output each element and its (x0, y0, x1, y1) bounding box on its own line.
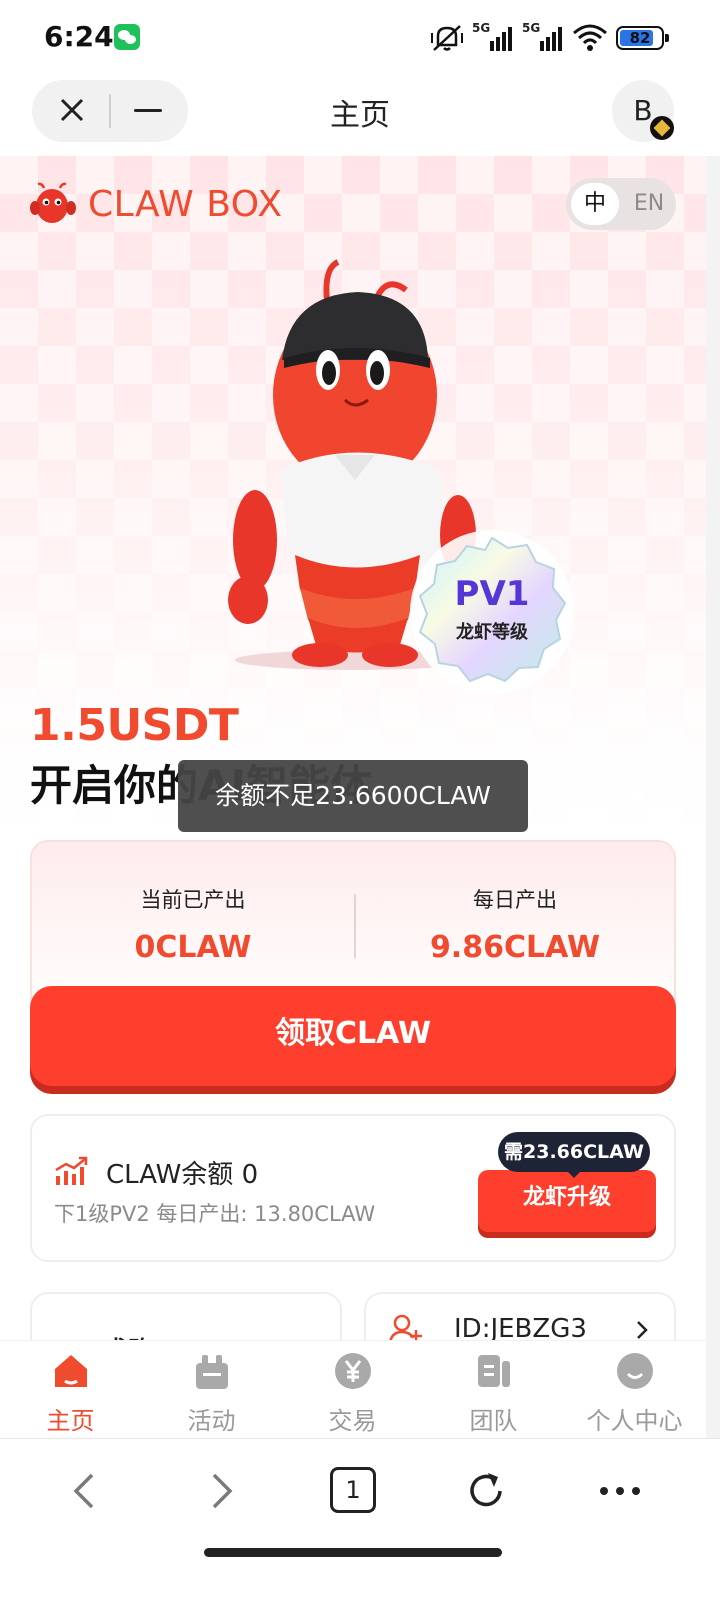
tab-trade-label: 交易 (328, 1407, 377, 1435)
growth-chart-icon (55, 1156, 88, 1185)
forward-icon[interactable] (196, 1467, 244, 1515)
signal-5g-icon-2: 5G (522, 21, 564, 53)
current-output-value: 0CLAW (134, 930, 252, 965)
battery-icon: 82 (616, 26, 669, 50)
required-claw-tooltip: 需23.66CLAW (498, 1132, 650, 1178)
invite-id-text: ID:JEBZG3 (454, 1314, 587, 1340)
home-indicator[interactable] (204, 1548, 502, 1557)
daily-output-value: 9.86CLAW (429, 930, 601, 965)
status-bar: 6:24 5G 5G 82 (0, 0, 720, 74)
tab-team-label: 团队 (469, 1407, 518, 1435)
level-label: 龙虾等级 (456, 622, 528, 643)
chevron-right-icon (637, 1321, 648, 1339)
browser-top-bar: 主页 B (0, 74, 720, 156)
invite-id-card[interactable]: ID:JEBZG3 (364, 1292, 676, 1340)
tab-count-button[interactable]: 1 (330, 1467, 376, 1513)
tab-profile[interactable]: 个人中心 (564, 1351, 705, 1436)
team-icon (477, 1355, 510, 1387)
balance-card: CLAW余额 0 下1级PV2 每日产出: 13.80CLAW 龙虾升级 需23… (30, 1114, 676, 1262)
tab-activity[interactable]: 活动 (141, 1351, 282, 1436)
current-output-label: 当前已产出 (140, 888, 246, 912)
brand-name: CLAW BOX (88, 183, 283, 225)
toast-message: 余额不足23.6600CLAW (178, 760, 528, 832)
more-icon[interactable] (596, 1467, 644, 1515)
battery-level: 82 (629, 29, 651, 47)
profile-icon (616, 1353, 653, 1389)
status-time: 6:24 (44, 20, 114, 53)
language-toggle[interactable]: 中 EN (566, 178, 676, 230)
lang-option-zh[interactable]: 中 (571, 183, 619, 225)
daily-output: 每日产出 9.86CLAW (354, 884, 676, 965)
bottom-tab-bar: 主页 活动 交易 团队 个人中心 (0, 1340, 706, 1438)
lang-option-en[interactable]: EN (626, 183, 672, 225)
tab-trade[interactable]: 交易 (282, 1351, 423, 1436)
home-icon (54, 1355, 87, 1387)
tab-home-label: 主页 (46, 1407, 95, 1435)
claim-claw-button[interactable]: 领取CLAW (30, 986, 676, 1086)
buy-claw-label: 求购CLAW (104, 1330, 229, 1340)
back-icon[interactable] (62, 1467, 110, 1515)
claw-logo-icon (30, 182, 76, 223)
buy-claw-card[interactable]: 求购CLAW (30, 1292, 342, 1340)
add-user-icon (389, 1314, 422, 1340)
gift-icon (195, 1355, 228, 1389)
yuan-icon (334, 1353, 371, 1389)
tab-profile-label: 个人中心 (586, 1407, 683, 1435)
tab-team[interactable]: 团队 (423, 1351, 564, 1436)
brand: CLAW BOX (30, 182, 282, 226)
page-edge (706, 156, 720, 1438)
status-icons: 5G 5G 82 (430, 21, 669, 54)
current-output: 当前已产出 0CLAW (32, 884, 354, 965)
daily-output-label: 每日产出 (473, 888, 557, 912)
price-text: 1.5USDT (30, 700, 239, 751)
tab-activity-label: 活动 (187, 1407, 236, 1435)
wechat-notification-icon (114, 24, 140, 50)
next-level-info: 下1级PV2 每日产出: 13.80CLAW (54, 1202, 376, 1226)
refresh-icon[interactable] (462, 1467, 510, 1515)
balance-title: CLAW余额 0 (106, 1160, 259, 1190)
wifi-icon (573, 24, 607, 51)
tab-home[interactable]: 主页 (0, 1351, 141, 1436)
browser-bottom-bar: 1 (0, 1438, 720, 1600)
level-value: PV1 (454, 574, 530, 614)
mute-vibrate-icon (431, 25, 463, 51)
feature-cards-row: 求购CLAW ID:JEBZG3 (0, 1290, 720, 1340)
binance-badge-icon (650, 116, 674, 140)
signal-5g-icon: 5G (472, 21, 514, 53)
